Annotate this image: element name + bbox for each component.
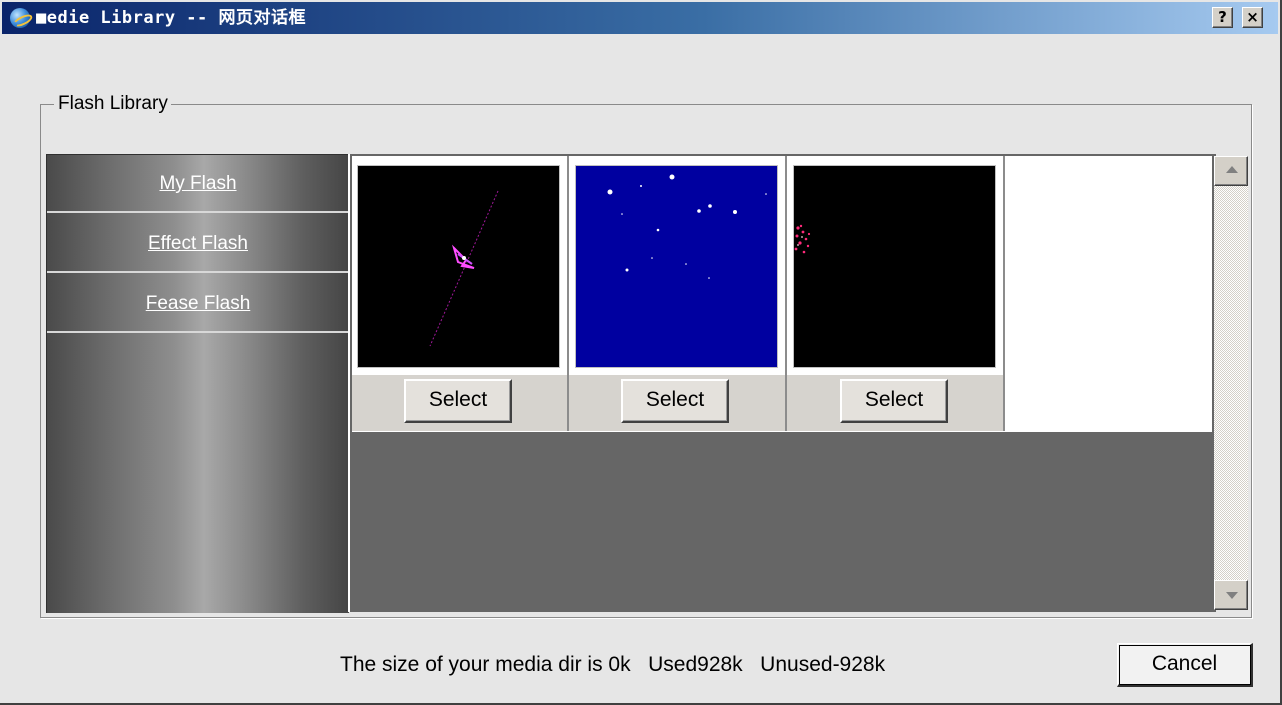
- window-title: ■edie Library -- 网页对话框: [36, 8, 306, 28]
- arrow-down-icon: [1226, 592, 1238, 599]
- select-button-3[interactable]: Select: [840, 379, 948, 423]
- sidebar-item-label[interactable]: Effect Flash: [148, 233, 248, 254]
- ie-icon: [10, 8, 30, 28]
- scroll-up-button[interactable]: [1214, 156, 1248, 186]
- vertical-scrollbar[interactable]: [1214, 156, 1248, 610]
- group-legend: Flash Library: [54, 93, 171, 115]
- sidebar-item-my-flash[interactable]: My Flash: [47, 155, 349, 213]
- sidebar-item-label[interactable]: Fease Flash: [146, 293, 251, 314]
- select-button-1[interactable]: Select: [404, 379, 512, 423]
- help-button[interactable]: ?: [1212, 7, 1233, 28]
- select-button-2[interactable]: Select: [621, 379, 729, 423]
- sidebar-item-label[interactable]: My Flash: [159, 173, 236, 194]
- media-size-status: The size of your media dir is 0k Used928…: [340, 653, 886, 676]
- sidebar-item-effect-flash[interactable]: Effect Flash: [47, 215, 349, 273]
- sidebar-item-fease-flash[interactable]: Fease Flash: [47, 275, 349, 333]
- close-button[interactable]: ×: [1242, 7, 1263, 28]
- cancel-button[interactable]: Cancel: [1117, 643, 1253, 687]
- cell-divider: [1003, 156, 1005, 431]
- title-bar[interactable]: ■edie Library -- 网页对话框 ? ×: [2, 2, 1278, 34]
- flash-thumbnail-3: [793, 165, 996, 368]
- arrow-up-icon: [1226, 166, 1238, 173]
- dialog-window: ■edie Library -- 网页对话框 ? × Flash Library…: [0, 0, 1282, 705]
- scroll-down-button[interactable]: [1214, 580, 1248, 610]
- category-sidebar: My Flash Effect Flash Fease Flash: [46, 154, 349, 613]
- flash-thumbnail-1: [357, 165, 560, 368]
- flash-thumbnail-2: [575, 165, 778, 368]
